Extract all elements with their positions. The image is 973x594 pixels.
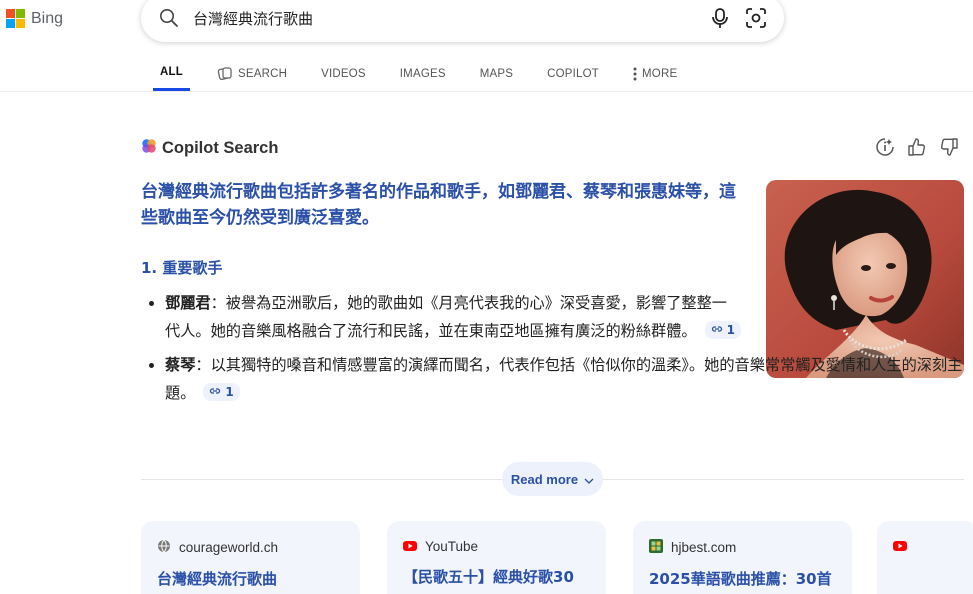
source-title: 台灣經典流行歌曲	[157, 570, 278, 588]
youtube-icon	[893, 539, 907, 554]
search-box[interactable]: 台灣經典流行歌曲	[141, 0, 784, 42]
copilot-search-icon	[217, 66, 233, 82]
source-title: 【民歌五十】經典好歌30	[403, 568, 574, 586]
globe-icon	[157, 539, 171, 556]
thumbs-up-icon[interactable]	[906, 136, 928, 158]
source-title: 2025華語歌曲推薦：30首	[649, 570, 832, 588]
bullet-text: ：被譽為亞洲歌后，她的歌曲如《月亮代表我的心》深受喜愛，影響了整整一代人。她的音…	[165, 294, 727, 340]
source-site: hjbest.com	[671, 540, 737, 555]
copilot-logo-icon	[141, 138, 157, 158]
header-divider	[0, 91, 973, 92]
info-icon[interactable]	[874, 136, 896, 158]
citation-badge[interactable]: 1	[203, 383, 240, 401]
list-item: 鄧麗君：被譽為亞洲歌后，她的歌曲如《月亮代表我的心》深受喜愛，影響了整整一代人。…	[141, 289, 741, 345]
tab-label: ALL	[160, 66, 183, 78]
search-input[interactable]: 台灣經典流行歌曲	[193, 8, 708, 29]
list-item: 蔡琴：以其獨特的嗓音和情感豐富的演繹而聞名，代表作包括《恰似你的溫柔》。她的音樂…	[141, 351, 966, 407]
citation-badge[interactable]: 1	[704, 321, 741, 339]
microphone-icon[interactable]	[708, 6, 732, 30]
read-more-label: Read more	[510, 471, 579, 487]
tab-label: SEARCH	[237, 67, 288, 80]
brand-name: Bing	[31, 9, 64, 27]
citation-number: 1	[726, 323, 735, 337]
search-icon[interactable]	[157, 6, 181, 30]
read-more-button[interactable]: Read more	[502, 462, 603, 496]
singer-name: 鄧麗君	[165, 294, 211, 312]
citation-number: 1	[225, 385, 234, 399]
tab-label: COPILOT	[547, 67, 600, 80]
microsoft-logo-icon	[6, 9, 25, 28]
source-card[interactable]: courageworld.ch 台灣經典流行歌曲	[141, 521, 360, 594]
tab-copilot[interactable]: COPILOT	[540, 56, 606, 91]
tab-images[interactable]: IMAGES	[393, 56, 453, 91]
tab-search[interactable]: SEARCH	[210, 56, 294, 91]
tab-videos[interactable]: VIDEOS	[314, 56, 373, 91]
youtube-icon	[403, 539, 417, 554]
copilot-search-title: Copilot Search	[162, 138, 279, 157]
tab-label: VIDEOS	[321, 67, 366, 80]
tab-label: MAPS	[479, 67, 514, 80]
tab-maps[interactable]: MAPS	[473, 56, 520, 91]
tab-all[interactable]: ALL	[153, 56, 190, 91]
tab-label: IMAGES	[399, 67, 446, 80]
tab-label: MORE	[642, 67, 678, 80]
chevron-down-icon	[584, 472, 594, 487]
singer-name: 蔡琴	[165, 356, 196, 374]
answer-headline: 台灣經典流行歌曲包括許多著名的作品和歌手，如鄧麗君、蔡琴和張惠妹等，這些歌曲至今…	[141, 182, 736, 228]
source-site: courageworld.ch	[179, 540, 279, 555]
link-icon	[209, 384, 221, 400]
section-heading: 1. 重要歌手	[141, 259, 223, 277]
answer-bullets: 鄧麗君：被譽為亞洲歌后，她的歌曲如《月亮代表我的心》深受喜愛，影響了整整一代人。…	[141, 289, 971, 407]
source-site: YouTube	[425, 539, 479, 554]
bullet-text: ：以其獨特的嗓音和情感豐富的演繹而聞名，代表作包括《恰似你的溫柔》。她的音樂常常…	[165, 356, 963, 402]
site-favicon-icon	[649, 539, 663, 556]
bing-logo[interactable]: Bing	[6, 9, 63, 28]
source-card[interactable]: YouTube 【民歌五十】經典好歌30	[387, 521, 606, 594]
link-icon	[711, 322, 723, 338]
search-tabs: ALL SEARCH VIDEOS IMAGES MAPS COPILOT MO…	[153, 56, 704, 92]
tab-more[interactable]: MORE	[626, 56, 684, 91]
source-card[interactable]	[877, 521, 973, 594]
source-card[interactable]: hjbest.com 2025華語歌曲推薦：30首	[633, 521, 852, 594]
kebab-icon	[633, 67, 637, 81]
copilot-search-header: Copilot Search	[141, 138, 278, 158]
feedback-controls	[874, 136, 960, 158]
visual-search-icon[interactable]	[744, 6, 768, 30]
thumbs-down-icon[interactable]	[938, 136, 960, 158]
